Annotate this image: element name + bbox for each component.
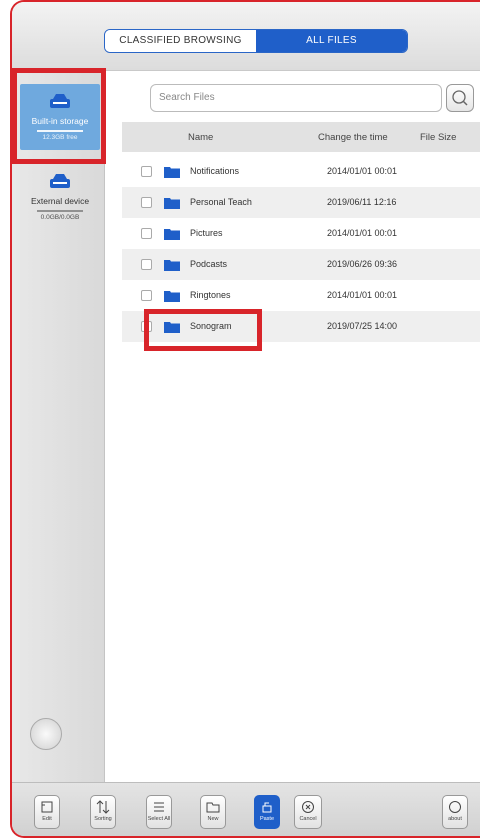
list-item[interactable]: Pictures 2014/01/01 00:01 <box>122 218 480 249</box>
file-time: 2019/06/11 12:16 <box>327 197 397 207</box>
search-icon <box>452 90 468 106</box>
bottom-toolbar: Edit Sorting Select All New Paste Cancel… <box>12 782 480 836</box>
cancel-button[interactable]: Cancel <box>294 795 322 829</box>
select-all-icon <box>154 802 164 812</box>
storage-label: External device <box>30 196 90 206</box>
file-name: Podcasts <box>190 259 228 269</box>
tab-all-files[interactable]: ALL FILES <box>256 30 407 52</box>
info-icon <box>449 801 461 813</box>
row-checkbox[interactable] <box>141 197 152 208</box>
column-file-size[interactable]: File Size <box>420 132 456 143</box>
search-button[interactable] <box>446 84 474 112</box>
list-item[interactable]: Ringtones 2014/01/01 00:01 <box>122 280 480 311</box>
row-checkbox[interactable] <box>141 166 152 177</box>
file-name: Personal Teach <box>190 197 252 207</box>
list-item[interactable]: Personal Teach 2019/06/11 12:16 <box>122 187 480 218</box>
column-change-time[interactable]: Change the time <box>318 132 388 143</box>
top-bar: CLASSIFIED BROWSING ALL FILES <box>12 2 480 71</box>
storage-external[interactable]: External device 0.0GB/0.0GB <box>20 164 100 230</box>
row-checkbox[interactable] <box>141 290 152 301</box>
cancel-label: Cancel <box>299 816 317 822</box>
folder-icon <box>164 198 180 209</box>
new-folder-icon <box>206 802 220 813</box>
folder-icon <box>164 260 180 271</box>
file-time: 2019/07/25 14:00 <box>327 321 398 331</box>
tab-classified-browsing[interactable]: CLASSIFIED BROWSING <box>105 30 256 52</box>
paste-button[interactable]: Paste <box>254 795 280 829</box>
edit-button[interactable]: Edit <box>34 795 60 829</box>
paste-label: Paste <box>259 816 275 822</box>
file-time: 2019/06/26 09:36 <box>327 259 398 269</box>
view-switch: CLASSIFIED BROWSING ALL FILES <box>104 29 408 53</box>
row-checkbox[interactable] <box>141 228 152 239</box>
drive-icon <box>50 174 70 188</box>
new-button[interactable]: New <box>200 795 226 829</box>
highlight-box-sonogram <box>144 309 262 351</box>
folder-icon <box>164 291 180 302</box>
file-name: Pictures <box>190 228 223 238</box>
list-item[interactable]: Notifications 2014/01/01 00:01 <box>122 156 480 187</box>
file-time: 2014/01/01 00:01 <box>327 290 398 300</box>
folder-icon <box>164 167 180 178</box>
sorting-button[interactable]: Sorting <box>90 795 116 829</box>
row-checkbox[interactable] <box>141 259 152 270</box>
file-name: Ringtones <box>190 290 231 300</box>
search-input[interactable]: Search Files <box>150 84 442 112</box>
list-item[interactable]: Podcasts 2019/06/26 09:36 <box>122 249 480 280</box>
file-time: 2014/01/01 00:01 <box>327 228 398 238</box>
new-label: New <box>207 816 219 822</box>
sort-icon <box>96 800 110 814</box>
select-all-label: Select All <box>147 816 171 822</box>
folder-icon <box>164 229 180 240</box>
paste-icon <box>262 802 272 813</box>
file-time: 2014/01/01 00:01 <box>327 166 398 176</box>
cancel-icon <box>302 801 314 813</box>
about-button[interactable]: about <box>442 795 468 829</box>
edit-icon <box>41 801 53 813</box>
home-button[interactable] <box>30 718 62 750</box>
edit-label: Edit <box>42 816 52 822</box>
storage-capacity: 0.0GB/0.0GB <box>40 214 80 221</box>
storage-sidebar: Built-in storage 12.3GB free External de… <box>12 70 105 782</box>
select-all-button[interactable]: Select All <box>146 795 172 829</box>
about-label: about <box>448 816 462 822</box>
sorting-label: Sorting <box>94 816 112 822</box>
storage-usage-bar <box>37 210 83 212</box>
highlight-box-storage <box>12 68 106 164</box>
column-name[interactable]: Name <box>188 132 213 143</box>
file-name: Notifications <box>190 166 240 176</box>
file-list-header: Name Change the time File Size <box>122 122 480 152</box>
